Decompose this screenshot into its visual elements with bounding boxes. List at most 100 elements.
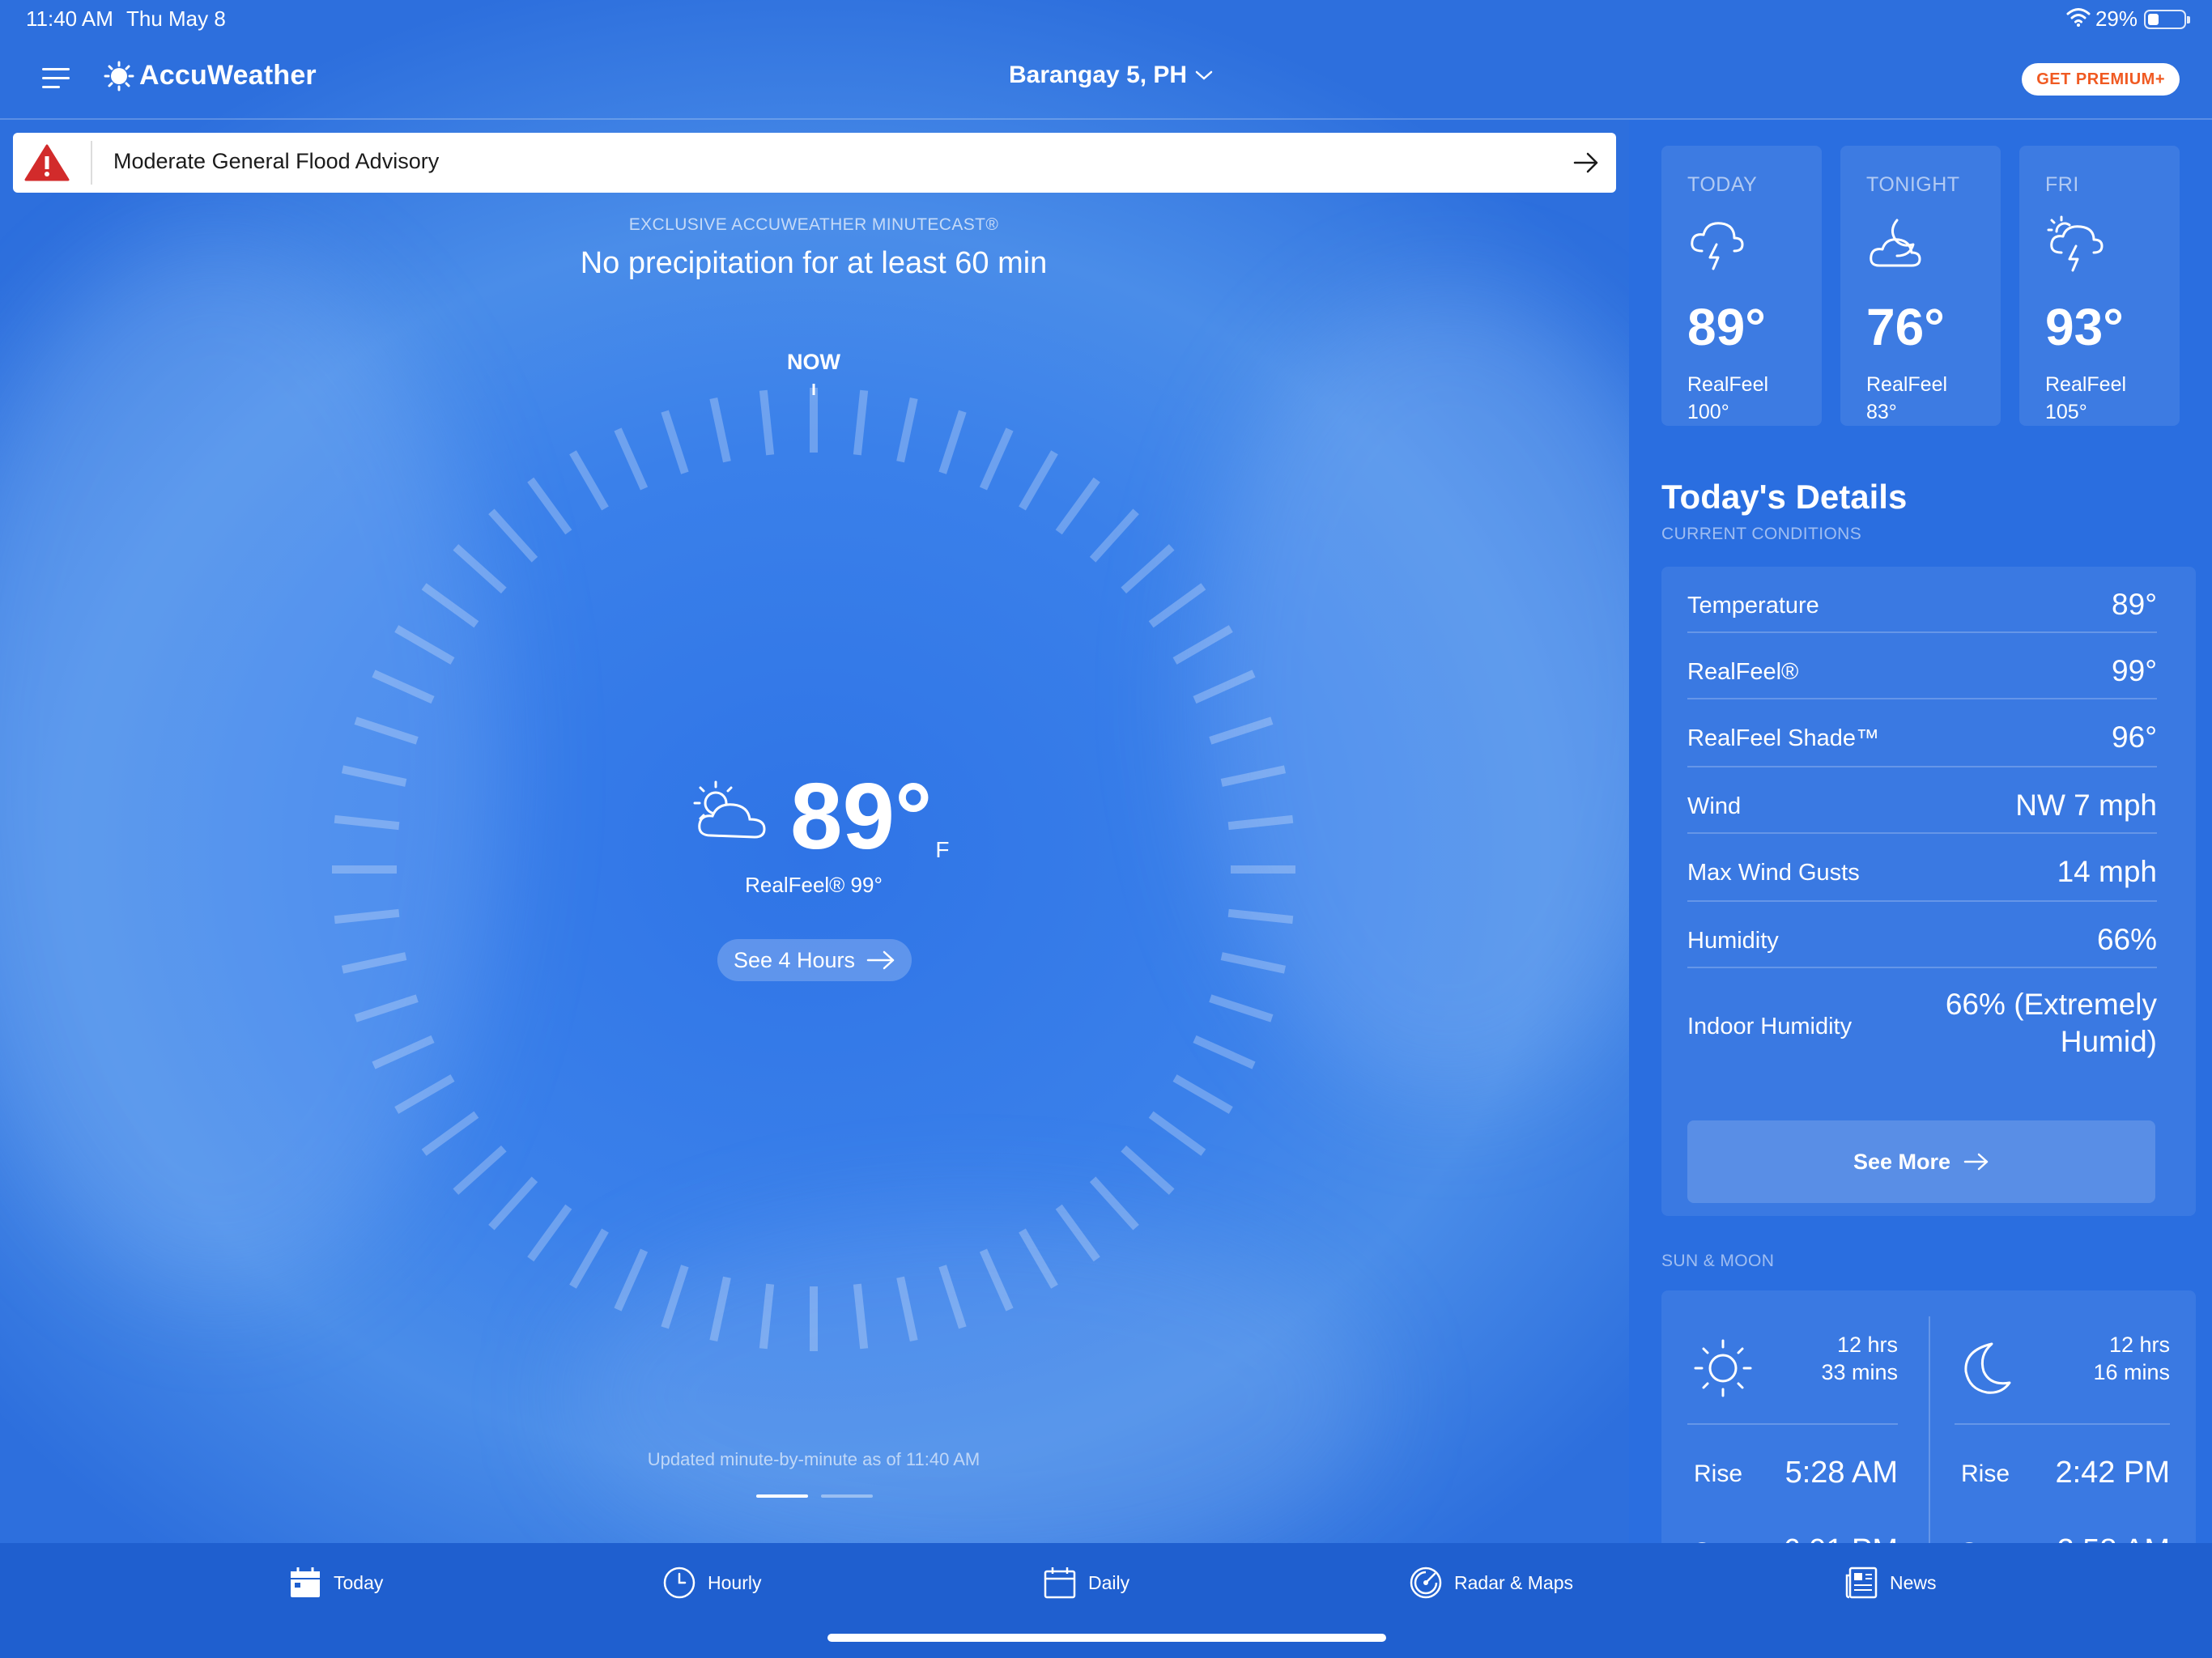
status-date: Thu May 8: [126, 6, 226, 31]
tab-label: Hourly: [708, 1571, 762, 1593]
page-indicator-active[interactable]: [756, 1494, 808, 1498]
partly-sunny-icon: [693, 780, 766, 839]
minute-tick: [421, 583, 479, 628]
minute-tick: [1148, 583, 1206, 628]
current-realfeel: RealFeel® 99°: [745, 873, 883, 897]
detail-label: Wind: [1687, 793, 1742, 819]
minute-tick: [1019, 1228, 1058, 1289]
tab-label: Today: [334, 1571, 384, 1593]
tab-hourly[interactable]: Hourly: [662, 1566, 761, 1600]
forecast-card-today[interactable]: TODAY 89° RealFeel 100°: [1661, 146, 1822, 426]
detail-value: 99°: [2112, 654, 2157, 687]
minute-tick: [896, 397, 918, 463]
battery-icon: [2144, 10, 2190, 29]
forecast-temp: 89°: [1687, 298, 1766, 356]
location-selector[interactable]: Barangay 5, PH: [1009, 62, 1213, 89]
battery-percent: 29%: [2095, 6, 2138, 31]
alert-text: Moderate General Flood Advisory: [113, 149, 440, 173]
sun-separator: [1687, 1423, 1898, 1425]
detail-label: Humidity: [1687, 928, 1779, 954]
minute-tick: [661, 1265, 689, 1329]
minute-tick: [1055, 1204, 1100, 1262]
home-indicator[interactable]: [827, 1634, 1386, 1642]
minute-tick: [372, 1035, 435, 1069]
minute-tick: [488, 1176, 538, 1231]
realfeel-value: 105°: [2045, 401, 2087, 423]
minute-tick: [1089, 1176, 1139, 1231]
realfeel-label: RealFeel: [1866, 373, 1948, 396]
realfeel-value: 100°: [1687, 401, 1729, 423]
news-icon: [1845, 1567, 1878, 1599]
moon-separator: [1955, 1423, 2170, 1425]
tab-news[interactable]: News: [1844, 1566, 1937, 1600]
right-panel: TODAY 89° RealFeel 100° TONIGHT 76° Real…: [1629, 120, 2212, 1545]
minute-tick: [334, 908, 400, 925]
detail-row-wind: Wind NW 7 mph: [1687, 767, 2157, 834]
minutecast-label: EXCLUSIVE ACCUWEATHER MINUTECAST®: [628, 215, 999, 234]
thunderstorm-icon: [1691, 222, 1744, 270]
tab-today[interactable]: Today: [288, 1566, 383, 1600]
minute-tick: [938, 410, 967, 474]
minute-tick: [938, 1265, 967, 1329]
menu-button[interactable]: [42, 66, 71, 91]
tab-daily[interactable]: Daily: [1043, 1566, 1129, 1600]
minute-tick: [488, 508, 538, 563]
minute-tick: [1121, 544, 1175, 594]
sun-column: 12 hrs 33 mins Rise 5:28 AM Set 6:01 PM: [1687, 1290, 1898, 1545]
minute-tick: [569, 1228, 609, 1289]
updated-text: Updated minute-by-minute as of 11:40 AM: [647, 1449, 981, 1469]
radar-icon: [1410, 1567, 1442, 1599]
app-logo: AccuWeather: [104, 60, 317, 91]
detail-row-temperature: Temperature 89°: [1687, 567, 2157, 633]
location-name: Barangay 5, PH: [1009, 62, 1188, 88]
forecast-label: TODAY: [1687, 173, 1758, 196]
forecast-card-fri[interactable]: FRI 93° RealFeel 105°: [2019, 146, 2180, 426]
moon-icon: [1964, 1342, 2011, 1394]
minute-tick: [896, 1276, 918, 1342]
minute-tick: [1209, 716, 1274, 745]
detail-label: RealFeel Shade™: [1687, 725, 1879, 751]
minute-tick: [569, 450, 609, 511]
forecast-card-tonight[interactable]: TONIGHT 76° RealFeel 83°: [1840, 146, 2001, 426]
detail-label: Indoor Humidity: [1687, 1014, 1853, 1039]
minutecast-dial[interactable]: [328, 384, 1300, 1355]
minute-tick: [1019, 450, 1058, 511]
detail-row-realfeel-shade: RealFeel Shade™ 96°: [1687, 699, 2157, 767]
minute-tick: [1193, 1035, 1256, 1069]
minute-tick: [614, 427, 649, 491]
current-temp-row: 89° F: [688, 769, 950, 863]
arrow-right-icon: [1963, 1153, 1989, 1171]
todays-details-subtitle: CURRENT CONDITIONS: [1661, 525, 1862, 543]
minute-tick: [853, 1283, 869, 1350]
see-4-hours-button[interactable]: See 4 Hours: [717, 939, 912, 981]
flood-advisory-banner[interactable]: Moderate General Flood Advisory: [13, 133, 1616, 193]
see-more-button[interactable]: See More: [1687, 1120, 2155, 1203]
minute-tick: [1209, 994, 1274, 1022]
page-indicator[interactable]: [821, 1494, 873, 1498]
sun-thunderstorm-icon: [2047, 215, 2104, 272]
minute-tick: [614, 1248, 649, 1312]
minute-tick: [1089, 508, 1139, 563]
tab-radar-maps[interactable]: Radar & Maps: [1409, 1566, 1573, 1600]
realfeel-value: 83°: [1866, 401, 1897, 423]
status-bar: 11:40 AM Thu May 8 29%: [0, 0, 2212, 39]
get-premium-button[interactable]: GET PREMIUM+: [2022, 63, 2180, 96]
moonrise-label: Rise: [1961, 1460, 2010, 1487]
minute-tick: [453, 1145, 507, 1195]
minute-tick: [661, 410, 689, 474]
wifi-icon: [2066, 8, 2091, 27]
detail-row-humidity: Humidity 66%: [1687, 902, 2157, 968]
detail-value: 66% (Extremely Humid): [1945, 988, 2157, 1058]
alert-divider: [91, 141, 92, 185]
tab-label: News: [1890, 1571, 1937, 1593]
chevron-down-icon: [1195, 70, 1213, 80]
minute-tick: [1055, 477, 1100, 535]
detail-row-realfeel: RealFeel® 99°: [1687, 633, 2157, 699]
sun-duration-mins: 33 mins: [1821, 1360, 1898, 1384]
calendar-today-icon: [291, 1567, 320, 1597]
clock-icon: [663, 1567, 696, 1599]
current-temperature: 89°: [790, 763, 933, 869]
detail-label: Max Wind Gusts: [1687, 860, 1860, 886]
sun-icon: [1694, 1339, 1752, 1397]
details-card: Temperature 89° RealFeel® 99° RealFeel S…: [1661, 567, 2196, 1216]
